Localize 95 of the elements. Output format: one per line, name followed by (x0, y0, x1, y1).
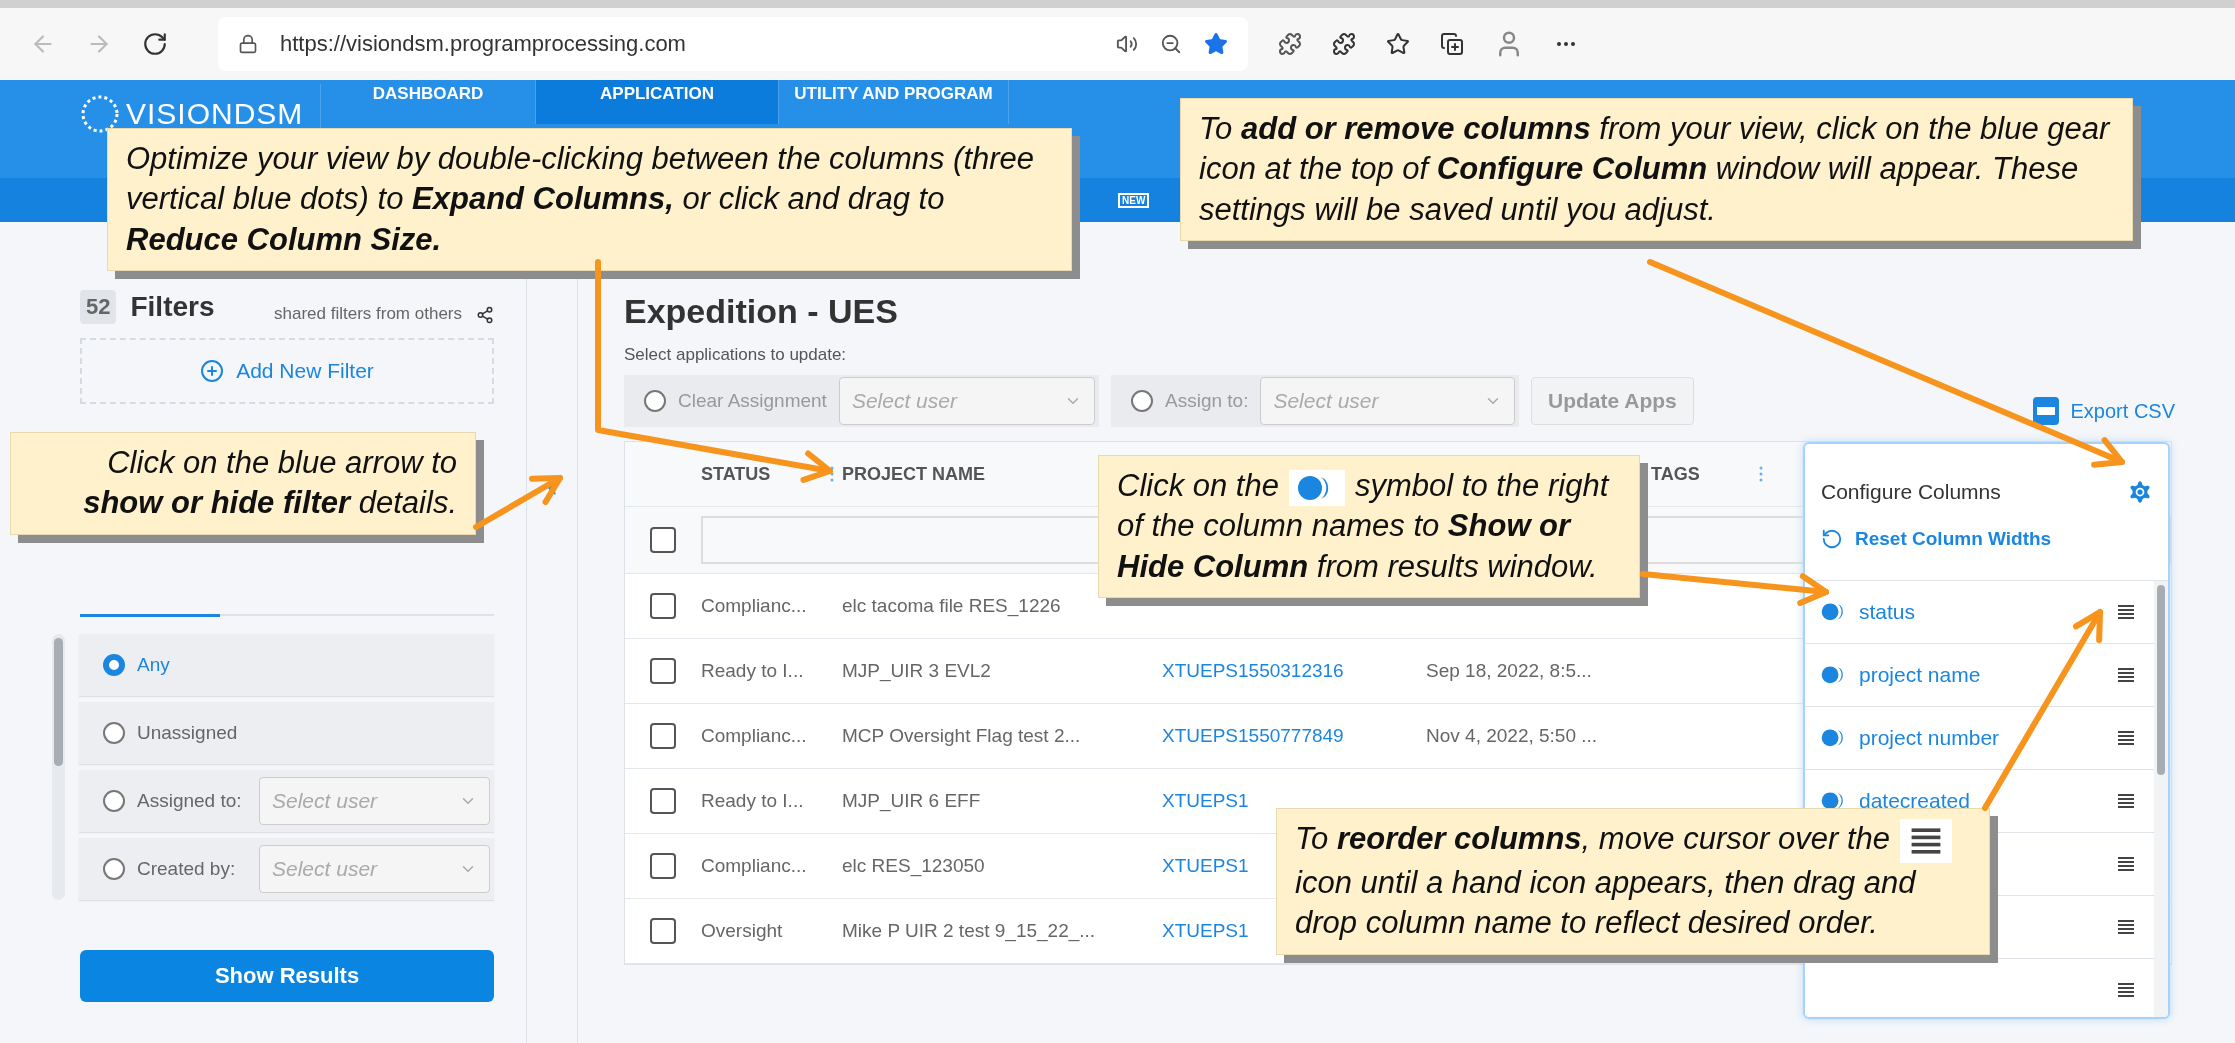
table-cell: elc RES_123050 (842, 855, 985, 877)
row-checkbox[interactable] (650, 658, 676, 684)
collections-icon[interactable] (1440, 32, 1464, 56)
filter-count: 52 (80, 290, 117, 324)
drag-handle-icon[interactable] (2116, 728, 2136, 748)
option-label: Any (137, 654, 170, 676)
row-checkbox[interactable] (650, 593, 676, 619)
radio-button[interactable] (103, 722, 125, 744)
column-name[interactable]: project number (1859, 726, 2106, 750)
callout-text: To add or remove columns from your view, click on the blue gear icon at the top of Configure Column window will appear. These settings will be saved until you adjust. (1199, 111, 2110, 227)
share-icon[interactable] (476, 306, 494, 324)
nav-tab[interactable]: APPLICATION (536, 80, 779, 124)
address-bar[interactable]: https://visiondsm.programprocessing.com (218, 17, 1248, 71)
plus-circle-icon (200, 359, 225, 383)
table-cell: MJP_UIR 6 EFF (842, 790, 981, 812)
extension-icon[interactable] (1278, 32, 1302, 56)
drag-handle-icon[interactable] (2116, 602, 2136, 622)
update-apps-button[interactable]: Update Apps (1531, 377, 1694, 425)
table-cell: Oversight (701, 920, 783, 942)
assignment-option[interactable]: Any (79, 634, 494, 696)
column-header[interactable]: TAGS (1651, 463, 1700, 485)
column-name[interactable]: status (1859, 600, 2106, 624)
select-all-checkbox[interactable] (650, 527, 676, 553)
option-label: Assign to: (1165, 390, 1249, 412)
user-select[interactable]: Select user (838, 377, 1095, 425)
row-checkbox[interactable] (650, 788, 676, 814)
read-aloud-icon[interactable] (1116, 33, 1138, 55)
callout-text: Click on the blue arrow to show or hide filter details. (83, 445, 457, 521)
logo-text: VISIONDSM (126, 97, 304, 131)
drag-handle-icon[interactable] (2116, 665, 2136, 685)
row-checkbox[interactable] (650, 918, 676, 944)
reset-column-widths-button[interactable]: Reset Column Widths (1805, 506, 2168, 580)
user-select[interactable]: Select user (259, 845, 490, 893)
add-filter-button[interactable]: Add New Filter (80, 338, 494, 404)
project-number-link[interactable]: XTUEPS1550312316 (1162, 660, 1344, 682)
table-cell: Mike P UIR 2 test 9_15_22_... (842, 920, 1096, 942)
url-text: https://visiondsm.programprocessing.com (280, 31, 687, 57)
table-cell: Complianc... (701, 725, 807, 747)
callout-text: Optimize your view by double-clicking between the columns (three vertical blue dots) to Expand Columns, or click and drag to Reduce Column Size. (126, 141, 1035, 257)
table-cell: Ready to I... (701, 790, 804, 812)
table-cell: MJP_UIR 3 EVL2 (842, 660, 991, 682)
column-name[interactable]: project name (1859, 663, 2106, 687)
zoom-out-icon[interactable] (1160, 33, 1182, 55)
radio-button[interactable] (644, 390, 666, 412)
drag-handle-icon[interactable] (2116, 854, 2136, 874)
new-badge: NEW (1118, 192, 1150, 208)
table-cell: MCP Oversight Flag test 2... (842, 725, 1081, 747)
assignment-option[interactable]: Created by: Select user (79, 838, 494, 900)
table-cell: Complianc... (701, 855, 807, 877)
update-label: Select applications to update: (624, 345, 848, 365)
table-cell: Sep 18, 2022, 8:5... (1426, 660, 1592, 682)
table-cell: Ready to I... (701, 660, 804, 682)
drag-handle-icon[interactable] (2116, 980, 2136, 1000)
table-cell: Nov 4, 2022, 5:50 ... (1426, 725, 1598, 747)
user-select[interactable]: Select user (259, 777, 490, 825)
project-number-link[interactable]: XTUEPS1550777849 (1162, 725, 1344, 747)
radio-button[interactable] (103, 790, 125, 812)
panel-title: Configure Columns (1821, 480, 2001, 504)
radio-button[interactable] (103, 858, 125, 880)
nav-tab[interactable]: UTILITY AND PROGRAM (779, 80, 1009, 124)
page-title: Expedition - UES (624, 292, 899, 331)
drag-handle-icon[interactable] (2116, 791, 2136, 811)
csv-file-icon (2030, 395, 2061, 427)
radio-button[interactable] (103, 654, 125, 676)
option-label: Created by: (137, 858, 237, 880)
column-header[interactable]: PROJECT NAME (842, 463, 985, 485)
shared-filters-link[interactable]: shared filters from others (274, 304, 462, 324)
logo-sun-icon (80, 94, 120, 134)
project-number-link[interactable]: XTUEPS1 (1162, 790, 1249, 812)
filters-title: Filters (130, 291, 215, 323)
column-header[interactable]: STATUS (701, 463, 771, 485)
assignment-option[interactable]: Assigned to: Select user (79, 770, 494, 832)
favorites-icon[interactable] (1386, 32, 1410, 56)
project-number-link[interactable]: XTUEPS1 (1162, 920, 1249, 942)
table-cell: Complianc... (701, 595, 807, 617)
radio-button[interactable] (1131, 390, 1153, 412)
option-label: Clear Assignment (678, 390, 827, 412)
assignment-option[interactable]: Unassigned (79, 702, 494, 764)
project-number-link[interactable]: XTUEPS1 (1162, 855, 1249, 877)
reload-icon[interactable] (142, 31, 168, 57)
star-icon[interactable] (1204, 32, 1228, 56)
lock-icon (238, 34, 258, 54)
show-results-button[interactable]: Show Results (80, 950, 494, 1002)
row-checkbox[interactable] (650, 853, 676, 879)
option-label: Unassigned (137, 722, 238, 744)
drag-handle-icon[interactable] (2116, 917, 2136, 937)
scrollbar[interactable] (2154, 581, 2168, 1017)
option-label: Assigned to: (137, 790, 243, 812)
puzzle-icon[interactable] (1332, 32, 1356, 56)
scrollbar[interactable] (52, 634, 65, 900)
table-cell: elc tacoma file RES_1226 (842, 595, 1061, 617)
user-select[interactable]: Select user (1260, 377, 1515, 425)
export-csv-link[interactable]: Export CSV (2030, 395, 2175, 427)
row-checkbox[interactable] (650, 723, 676, 749)
reset-icon (1821, 528, 1843, 550)
